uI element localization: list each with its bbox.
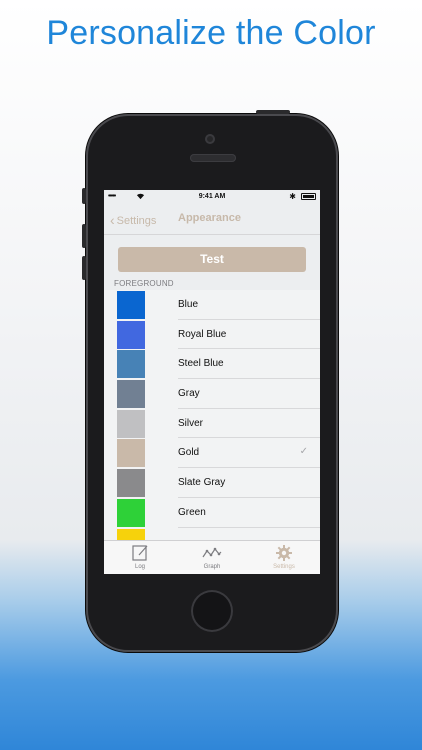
color-row-royal-blue[interactable]: Royal Blue [104,319,320,350]
back-button[interactable]: ‹ Settings [110,211,157,228]
color-row-slate-gray[interactable]: Slate Gray [104,468,320,498]
home-button[interactable] [191,590,233,632]
page-title: Appearance [178,212,241,224]
color-label: Slate Gray [178,477,226,489]
chevron-left-icon: ‹ [110,212,115,228]
front-camera [205,134,215,144]
headline: Personalize the Color [46,14,376,52]
test-button[interactable]: Test [118,247,306,272]
color-row-gold[interactable]: Gold ✓ [104,438,320,469]
color-label: Green [178,506,206,518]
section-header-foreground: FOREGROUND [114,279,174,288]
color-swatch [117,291,145,319]
bluetooth-icon: ✱ [289,192,296,201]
tab-label: Graph [203,564,221,570]
color-label: Gray [178,388,200,400]
phone-screen: ••••• 9:41 AM ✱ ‹ Settings Appearance Tes… [104,190,320,574]
iphone-frame: ••••• 9:41 AM ✱ ‹ Settings Appearance Tes… [82,110,338,652]
color-row-gray[interactable]: Gray [104,379,320,409]
color-swatch [117,350,145,379]
volume-down-button [82,256,86,280]
checkmark-icon: ✓ [299,446,308,458]
color-swatch [117,380,145,409]
back-label: Settings [116,215,157,227]
volume-up-button [82,224,86,248]
color-label: Silver [178,417,204,429]
log-icon [132,545,148,561]
color-list: Blue Royal Blue Steel Blue Gray Silver G… [104,290,320,558]
color-row-silver[interactable]: Silver [104,408,320,439]
graph-icon [202,547,222,558]
earpiece-speaker [190,154,236,162]
color-row-steel-blue[interactable]: Steel Blue [104,349,320,380]
color-row-green[interactable]: Green [104,497,320,528]
color-swatch [117,469,145,498]
tab-settings[interactable]: Settings [248,541,320,574]
color-label: Blue [178,299,199,310]
navigation-bar: ‹ Settings Appearance [104,204,320,235]
color-label: Royal Blue [178,328,227,340]
color-swatch [117,320,145,349]
color-label: Gold [178,447,200,459]
gear-icon [276,545,292,561]
tab-log[interactable]: Log [104,541,176,574]
status-time: 9:41 AM [198,193,226,200]
power-button [256,110,290,114]
color-row-blue[interactable]: Blue [104,290,320,320]
color-swatch [117,439,145,468]
tab-graph[interactable]: Graph [176,541,248,574]
battery-icon [301,193,316,200]
tab-label: Settings [273,564,295,570]
mute-switch [82,188,86,204]
tab-bar: Log Graph Settings [104,540,320,574]
color-swatch [117,409,145,438]
color-swatch [117,498,145,527]
tab-label: Log [134,564,145,570]
color-label: Steel Blue [178,358,224,370]
status-bar: ••••• 9:41 AM ✱ [104,190,320,204]
